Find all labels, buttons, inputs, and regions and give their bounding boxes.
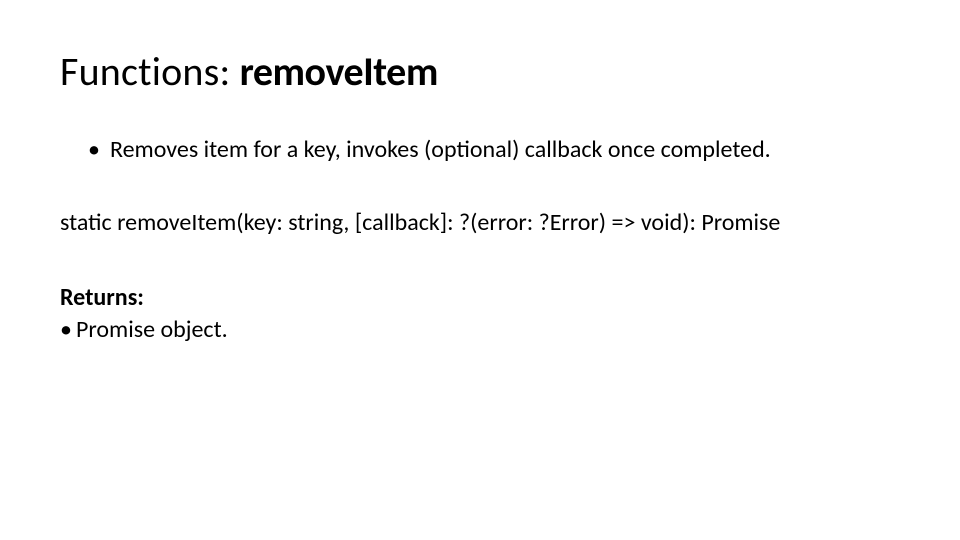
- title-function-name: removeItem: [240, 47, 438, 96]
- returns-label: Returns:: [60, 282, 900, 313]
- slide-title: Functions: removeItem: [60, 50, 900, 94]
- description-block: Removes item for a key, invokes (optiona…: [60, 134, 900, 165]
- title-prefix: Functions:: [60, 47, 240, 96]
- description-bullet: Removes item for a key, invokes (optiona…: [92, 134, 900, 165]
- returns-block: Returns: Promise object.: [60, 282, 900, 344]
- returns-bullet: Promise object.: [60, 314, 900, 345]
- signature-text: static removeItem(key: string, [callback…: [60, 207, 900, 238]
- slide-body: Removes item for a key, invokes (optiona…: [60, 134, 900, 345]
- slide: Functions: removeItem Removes item for a…: [0, 0, 960, 540]
